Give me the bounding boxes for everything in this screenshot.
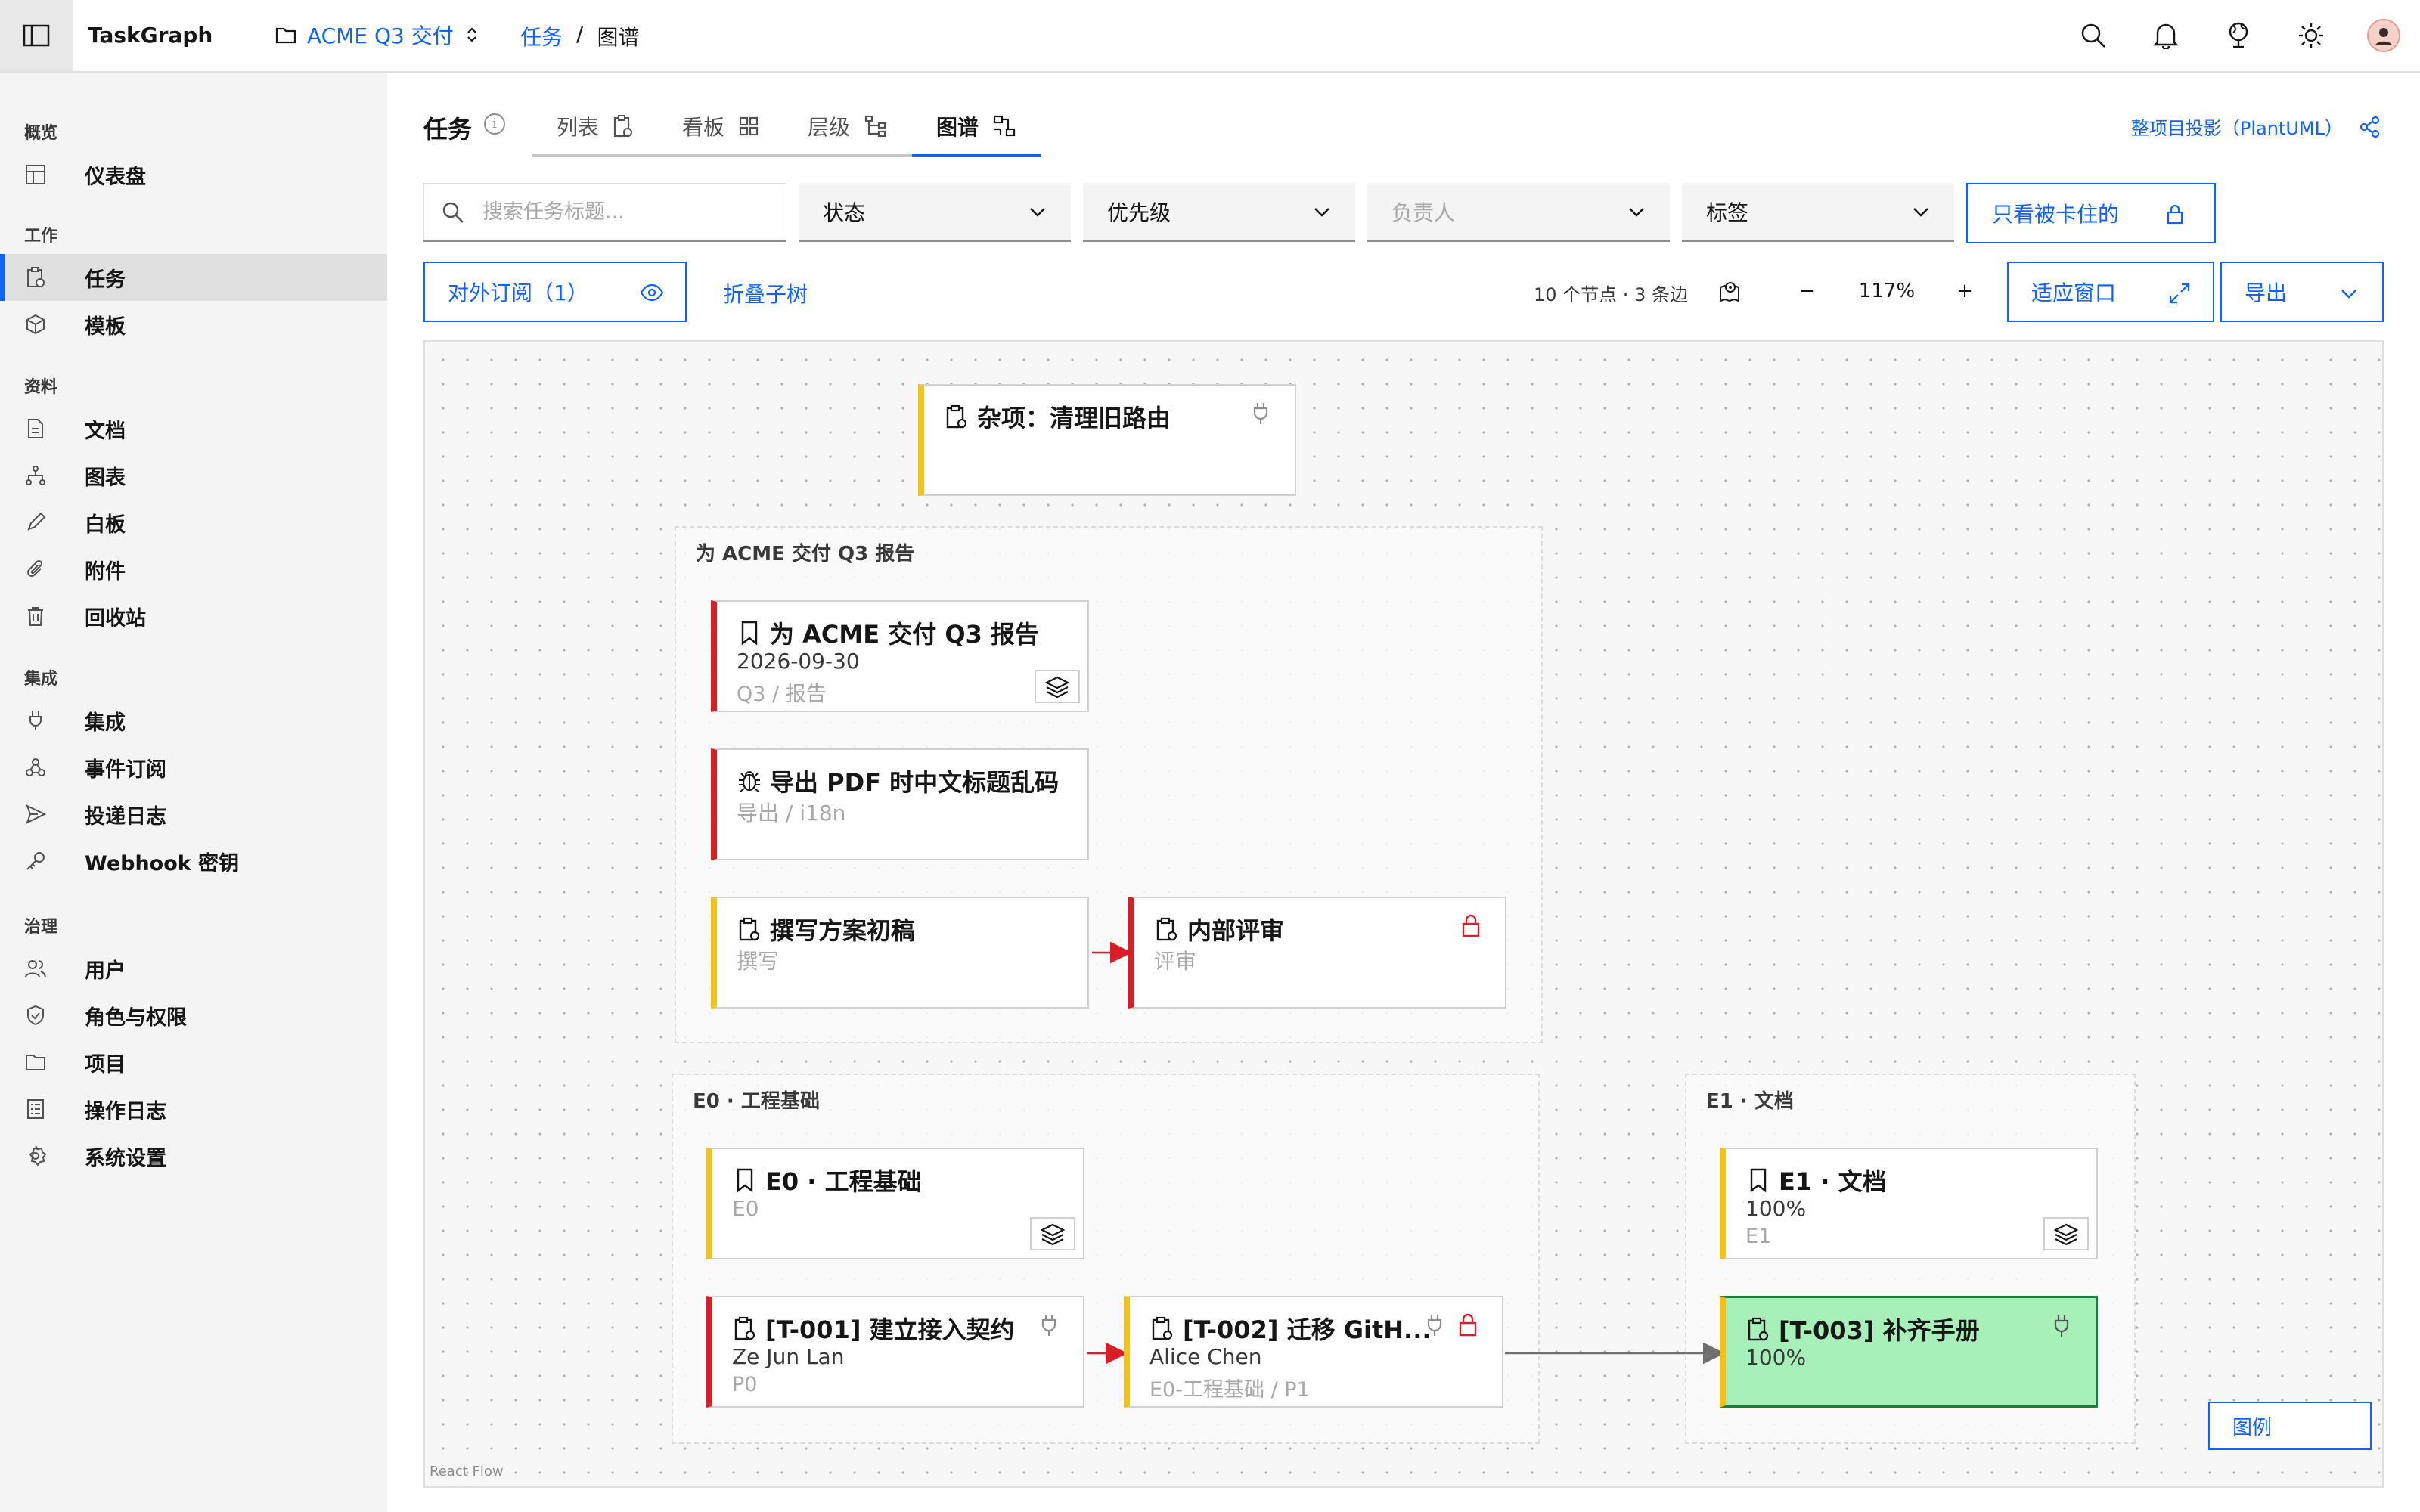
node-title: E1 · 文档 (1779, 1167, 1887, 1196)
clipboard-icon (739, 917, 760, 941)
graph-node-t003[interactable]: [T-003] 补齐手册 100% (1720, 1296, 2098, 1408)
graph-node-t001[interactable]: [T-001] 建立接入契约 Ze Jun Lan P0 (706, 1296, 1084, 1408)
react-flow-attribution[interactable]: React Flow (430, 1464, 504, 1479)
graph-node-e0-epic[interactable]: E0 · 工程基础 E0 (706, 1148, 1084, 1259)
node-tags: Q3 / 报告 (737, 683, 827, 706)
subtree-layers-button[interactable] (2043, 1217, 2089, 1250)
node-title: 杂项：清理旧路由 (977, 404, 1171, 432)
plug-icon (1427, 1315, 1442, 1336)
node-priority: P0 (732, 1373, 758, 1396)
lock-icon (1462, 914, 1480, 937)
plug-icon (1253, 403, 1268, 424)
node-tags: 评审 (1154, 949, 1197, 974)
node-title: [T-001] 建立接入契约 (765, 1315, 1015, 1344)
node-tags: 撰写 (737, 949, 780, 974)
lock-icon (1459, 1313, 1477, 1337)
node-tags: E0-工程基础 / P1 (1150, 1378, 1310, 1402)
node-tags: 导出 / i18n (737, 801, 846, 826)
bookmark-icon (741, 621, 758, 646)
node-progress: 100% (1745, 1196, 1807, 1221)
clipboard-icon (1152, 1316, 1173, 1340)
node-title: [T-003] 补齐手册 (1779, 1316, 1980, 1345)
plug-icon (1041, 1315, 1056, 1336)
graph-node-review[interactable]: 内部评审 评审 (1128, 897, 1506, 1009)
clipboard-icon (734, 1316, 755, 1340)
node-title: 导出 PDF 时中文标题乱码 (770, 768, 1060, 797)
graph-node-misc[interactable]: 杂项：清理旧路由 (918, 384, 1296, 496)
graph-node-acme-epic[interactable]: 为 ACME 交付 Q3 报告 2026-09-30 Q3 / 报告 (711, 600, 1089, 712)
subtree-layers-button[interactable] (1035, 670, 1080, 703)
bug-icon (739, 771, 760, 792)
node-title: 撰写方案初稿 (770, 916, 916, 945)
bookmark-icon (1750, 1168, 1767, 1193)
graph-edges (1087, 941, 1725, 1365)
legend-button[interactable]: 图例 (2208, 1402, 2372, 1450)
node-progress: 100% (1745, 1345, 1807, 1370)
node-title: 为 ACME 交付 Q3 报告 (770, 620, 1039, 649)
layers-icon (1044, 676, 1070, 698)
node-assignee: Ze Jun Lan (732, 1344, 845, 1369)
clipboard-icon (1748, 1317, 1769, 1341)
subtree-layers-button[interactable] (1030, 1217, 1075, 1250)
node-tags: E0 (732, 1196, 759, 1221)
plug-icon (2054, 1315, 2069, 1337)
node-assignee: Alice Chen (1150, 1344, 1262, 1369)
node-title: 内部评审 (1187, 916, 1285, 945)
node-due-date: 2026-09-30 (737, 649, 860, 674)
layers-icon (1040, 1223, 1066, 1245)
graph-node-e1-epic[interactable]: E1 · 文档 100% E1 (1720, 1148, 2098, 1259)
graph-node-draft[interactable]: 撰写方案初稿 撰写 (711, 897, 1089, 1009)
graph-node-pdf-bug[interactable]: 导出 PDF 时中文标题乱码 导出 / i18n (711, 748, 1089, 860)
node-tags: E1 (1745, 1225, 1772, 1248)
clipboard-icon (1156, 917, 1177, 941)
bookmark-icon (737, 1168, 753, 1193)
node-title: [T-002] 迁移 GitH... (1183, 1315, 1432, 1344)
clipboard-icon (946, 404, 967, 429)
graph-node-t002[interactable]: [T-002] 迁移 GitH... Alice Chen E0-工程基础 / … (1124, 1296, 1503, 1408)
node-title: E0 · 工程基础 (765, 1167, 922, 1196)
layers-icon (2053, 1223, 2079, 1245)
